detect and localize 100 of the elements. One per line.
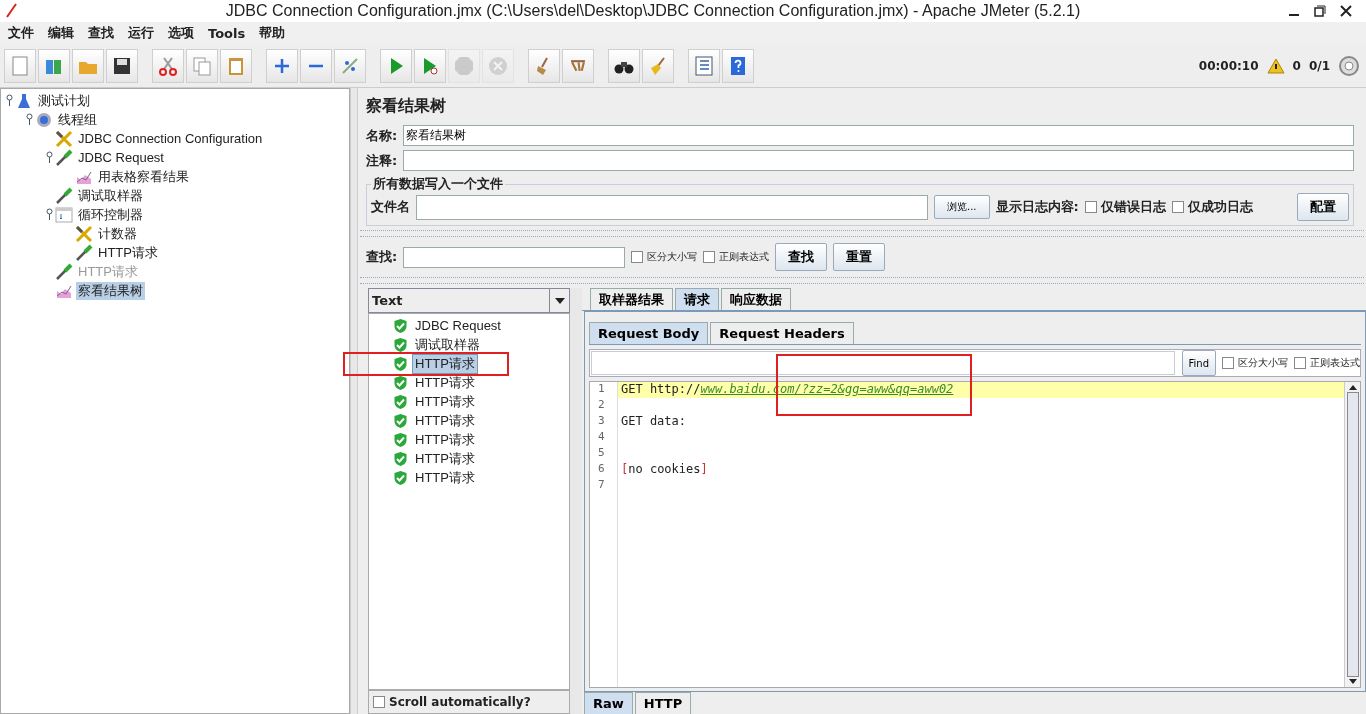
flask-icon xyxy=(15,91,33,110)
name-field[interactable]: 察看结果树 xyxy=(403,125,1354,146)
broom-icon xyxy=(570,59,586,72)
thread-count: 0/1 xyxy=(1308,58,1330,73)
tree-item[interactable]: JDBC Request xyxy=(76,150,166,165)
expand-handle-icon[interactable] xyxy=(25,112,34,125)
error-count: 0 xyxy=(1292,58,1301,73)
minus-icon xyxy=(308,63,324,68)
group-title: 所有数据写入一个文件 xyxy=(372,175,504,193)
check-shield-icon xyxy=(393,393,408,410)
search-label: 查找: xyxy=(366,248,398,266)
browse-button[interactable]: 浏览... xyxy=(934,195,990,219)
window-title: JDBC Connection Configuration.jmx (C:\Users\del\Desktop\JDBC Connection Configuration.jmx) - Apache JMeter (5.2.1) xyxy=(224,2,1082,20)
result-item[interactable]: HTTP请求 xyxy=(412,410,478,431)
result-item[interactable]: HTTP请求 xyxy=(412,429,478,450)
tab[interactable]: Raw xyxy=(584,692,633,714)
expand-handle-icon[interactable] xyxy=(45,150,54,163)
regex-checkbox[interactable]: 正则表达式 xyxy=(703,250,770,264)
find-button[interactable]: Find xyxy=(1181,350,1216,376)
comment-label: 注释: xyxy=(366,151,398,170)
check-shield-icon xyxy=(393,317,408,334)
menu-item[interactable]: 选项 xyxy=(162,24,200,42)
search-field[interactable] xyxy=(403,246,626,268)
splitter[interactable] xyxy=(360,230,1364,237)
case-sensitive-checkbox[interactable]: 区分大小写 xyxy=(631,250,698,264)
tree-item[interactable]: 察看结果树 xyxy=(76,281,145,300)
result-item[interactable]: HTTP请求 xyxy=(412,448,478,469)
tree-item[interactable]: 用表格察看结果 xyxy=(96,167,191,186)
result-item[interactable]: JDBC Request xyxy=(412,317,504,334)
caret-icon xyxy=(554,297,565,304)
tab[interactable]: 请求 xyxy=(675,288,719,310)
check-shield-icon xyxy=(393,374,408,391)
result-item[interactable]: HTTP请求 xyxy=(412,353,478,374)
success-only-checkbox[interactable]: 仅成功日志 xyxy=(1171,198,1253,216)
check-shield-icon xyxy=(393,355,408,372)
menu-item[interactable]: Tools xyxy=(202,25,252,41)
filename-label: 文件名 xyxy=(371,198,410,216)
check-shield-icon xyxy=(393,336,408,353)
tree-item[interactable]: 线程组 xyxy=(56,110,99,129)
cancel-icon xyxy=(487,54,509,77)
tab[interactable]: Request Body xyxy=(589,322,709,344)
renderer-dropdown[interactable]: Text xyxy=(368,288,570,313)
expand-handle-icon[interactable] xyxy=(5,93,14,106)
comment-field[interactable] xyxy=(403,150,1354,171)
filename-field[interactable] xyxy=(416,194,928,220)
find-field[interactable] xyxy=(591,351,1175,375)
check-shield-icon xyxy=(393,431,408,448)
scroll-down-icon[interactable] xyxy=(1348,679,1357,684)
result-item[interactable]: HTTP请求 xyxy=(412,467,478,488)
tab[interactable]: 取样器结果 xyxy=(590,288,673,310)
menu-item[interactable]: 查找 xyxy=(82,24,120,42)
check-shield-icon xyxy=(393,469,408,486)
list-icon xyxy=(693,54,715,77)
pipette-icon xyxy=(55,186,73,205)
regex-checkbox[interactable]: 正则表达式 xyxy=(1294,356,1360,370)
line-number: 1 xyxy=(597,382,606,397)
loop-icon xyxy=(55,205,73,224)
errors-only-checkbox[interactable]: 仅错误日志 xyxy=(1084,198,1166,216)
scroll-up-icon[interactable] xyxy=(1348,385,1357,390)
blank-page-icon xyxy=(9,54,31,77)
toolbar-button[interactable] xyxy=(608,48,640,83)
warning-icon xyxy=(1266,57,1285,74)
feather-icon xyxy=(4,3,18,19)
reset-button[interactable]: 重置 xyxy=(833,243,886,271)
tree-item[interactable]: 调试取样器 xyxy=(76,186,145,205)
tree-item[interactable]: JDBC Connection Configuration xyxy=(76,131,265,146)
menu-item[interactable]: 编辑 xyxy=(42,24,80,42)
result-item[interactable]: HTTP请求 xyxy=(412,391,478,412)
tab[interactable]: 响应数据 xyxy=(721,288,791,310)
case-sensitive-checkbox[interactable]: 区分大小写 xyxy=(1222,356,1288,370)
menu-item[interactable]: 运行 xyxy=(122,24,160,42)
splitter[interactable] xyxy=(360,277,1364,284)
tree-item[interactable]: 测试计划 xyxy=(36,91,92,110)
gear-icon xyxy=(35,110,53,129)
toolbar-button[interactable] xyxy=(106,48,138,83)
line-number: 6 xyxy=(597,462,606,477)
line-number: 2 xyxy=(597,398,606,413)
result-item[interactable]: HTTP请求 xyxy=(412,372,478,393)
close-icon[interactable] xyxy=(1340,5,1352,17)
find-button[interactable]: 查找 xyxy=(775,243,828,271)
pipette-icon xyxy=(75,243,93,262)
configure-button[interactable]: 配置 xyxy=(1297,193,1349,221)
menu-item[interactable]: 文件 xyxy=(2,24,40,42)
elapsed-time: 00:00:10 xyxy=(1198,58,1259,73)
line-number: 5 xyxy=(597,446,606,461)
check-shield-icon xyxy=(393,450,408,467)
code-line: GET data: xyxy=(621,414,687,428)
tree-item[interactable]: 计数器 xyxy=(96,224,139,243)
restore-icon[interactable] xyxy=(1314,5,1326,17)
result-item[interactable]: 调试取样器 xyxy=(412,334,483,355)
code-line: [no cookies] xyxy=(621,462,708,476)
check-shield-icon xyxy=(393,412,408,429)
log-label: 显示日志内容: xyxy=(995,198,1079,216)
menu-item[interactable]: 帮助 xyxy=(253,24,292,42)
scrollbar-thumb[interactable] xyxy=(1346,392,1359,677)
tree-item[interactable]: HTTP请求 xyxy=(96,243,160,262)
tab[interactable]: HTTP xyxy=(634,692,692,714)
tree-item[interactable]: 循环控制器 xyxy=(76,205,145,224)
expand-handle-icon[interactable] xyxy=(45,207,54,220)
tab[interactable]: Request Headers xyxy=(710,322,854,344)
